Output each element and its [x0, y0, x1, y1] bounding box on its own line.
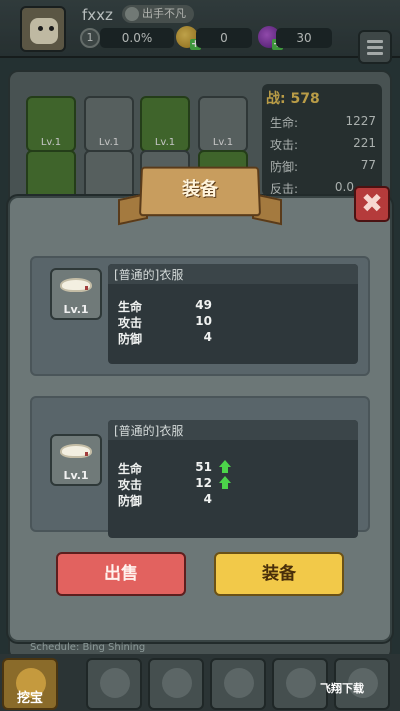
equip-button[interactable]: 装备 [214, 552, 344, 596]
shirt-icon [60, 278, 92, 292]
current-item-card: Lv.1 [普通的]衣服 生命 49 攻击 10 防御 4 [30, 256, 370, 376]
cave-icon [100, 668, 130, 698]
stat-label: 防御 [118, 332, 143, 346]
stat-value: 4 [203, 492, 212, 506]
modal-title: 装备 [182, 179, 218, 200]
stat-value: 49 [195, 298, 212, 312]
new-item-info: [普通的]衣服 生命 51 攻击 12 防御 4 [108, 420, 358, 538]
monster-icon [162, 668, 192, 698]
item-name: [普通的]衣服 [114, 424, 184, 438]
stat-row-defense: 防御 4 [118, 492, 238, 509]
nav-tab-monster[interactable] [148, 658, 204, 710]
sell-button[interactable]: 出售 [56, 552, 186, 596]
stat-label: 攻击 [118, 316, 143, 330]
current-item-icon[interactable]: Lv.1 [50, 268, 102, 320]
up-arrow-icon [218, 476, 232, 490]
skull-icon [286, 668, 316, 698]
stat-row-hp: 生命 51 [118, 460, 238, 477]
stat-value: 4 [203, 330, 212, 344]
stat-label: 生命 [118, 462, 143, 476]
nav-tab-cave[interactable] [86, 658, 142, 710]
up-arrow-icon [218, 460, 232, 474]
stat-row-attack: 攻击 10 [118, 314, 238, 331]
item-level: Lv.1 [63, 469, 89, 482]
stat-value: 10 [195, 314, 212, 328]
stat-row-hp: 生命 49 [118, 298, 238, 315]
shirt-icon [60, 444, 92, 458]
stat-label: 防御 [118, 494, 143, 508]
stat-row-attack: 攻击 12 [118, 476, 238, 493]
item-name: [普通的]衣服 [114, 268, 184, 282]
stat-value: 51 [195, 460, 212, 474]
new-item-card: Lv.1 [普通的]衣服 生命 51 攻击 12 防御 4 [30, 396, 370, 538]
new-item-icon[interactable]: Lv.1 [50, 434, 102, 486]
nav-tab-weapons[interactable] [210, 658, 266, 710]
current-item-info: [普通的]衣服 生命 49 攻击 10 防御 4 [108, 264, 358, 364]
item-level: Lv.1 [63, 303, 89, 316]
close-button[interactable]: ✖ [354, 186, 390, 222]
stat-label: 攻击 [118, 478, 143, 492]
stat-label: 生命 [118, 300, 143, 314]
stat-value: 12 [195, 476, 212, 490]
crossed-axes-icon [224, 668, 254, 698]
notice-ticker: Schedule: Bing Shining [30, 642, 146, 653]
nav-tab-dig[interactable]: 挖宝 [2, 658, 58, 710]
watermark-logo: 飞翔下载 [320, 682, 364, 695]
nav-tab-label: 挖宝 [16, 691, 43, 706]
stat-row-defense: 防御 4 [118, 330, 238, 347]
